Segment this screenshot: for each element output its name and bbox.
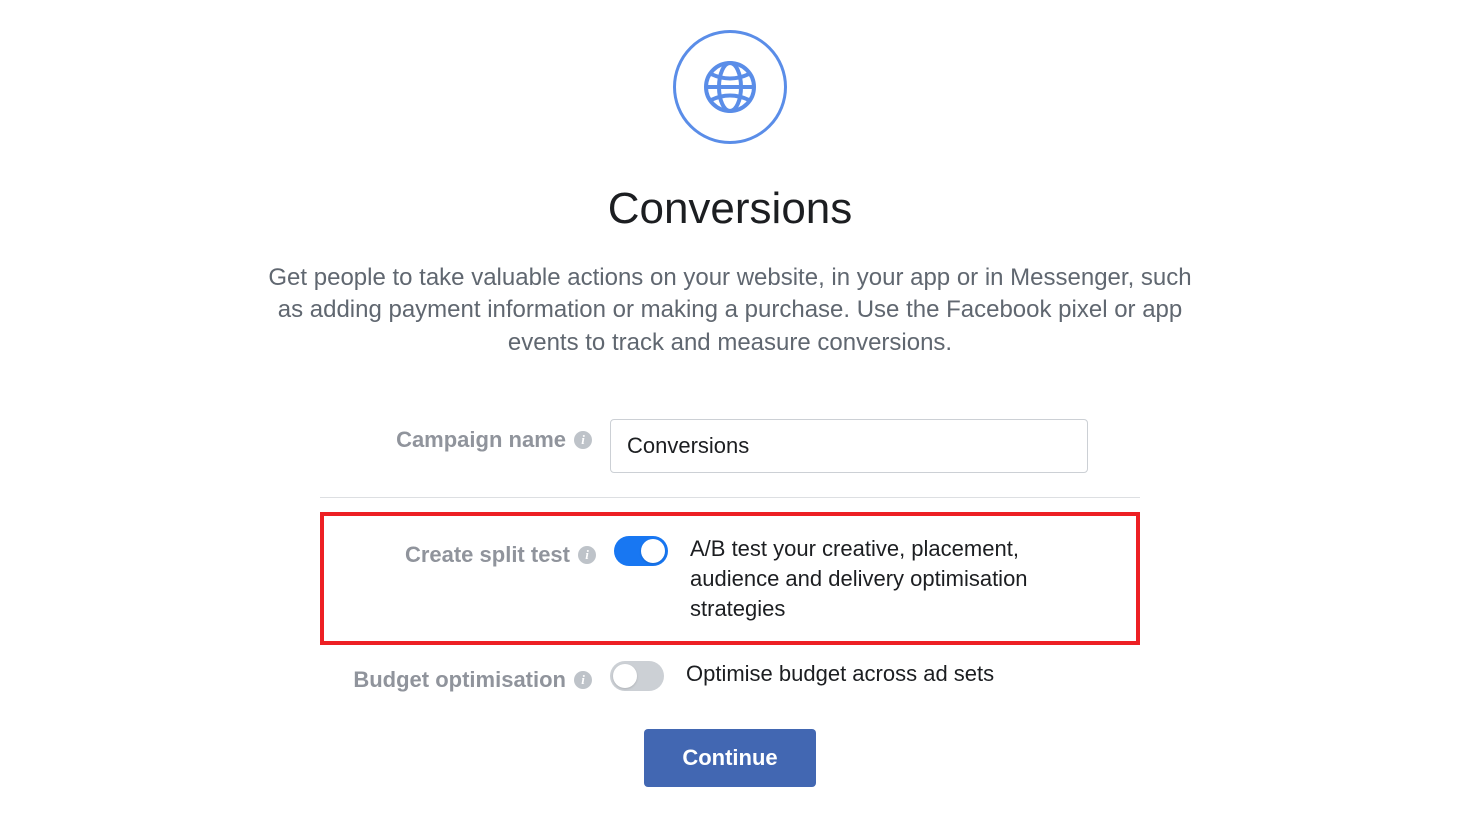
page-description: Get people to take valuable actions on y… [265,262,1195,359]
page-title: Conversions [608,184,853,234]
campaign-name-label-wrap: Campaign name i [320,419,610,453]
budget-optimisation-label-wrap: Budget optimisation i [320,659,610,693]
toggle-knob [613,664,637,688]
budget-optimisation-row: Budget optimisation i Optimise budget ac… [320,645,1140,693]
divider [320,497,1140,498]
info-icon[interactable]: i [574,671,592,689]
split-test-label: Create split test [405,542,570,568]
campaign-name-label: Campaign name [396,427,566,453]
objective-icon-circle [673,30,787,144]
globe-icon [702,59,758,115]
split-test-highlight: Create split test i A/B test your creati… [320,512,1140,645]
split-test-toggle[interactable] [614,536,668,566]
toggle-knob [641,539,665,563]
campaign-form: Campaign name i Create split test i A/B … [320,419,1140,787]
budget-optimisation-toggle[interactable] [610,661,664,691]
continue-button[interactable]: Continue [644,729,815,787]
info-icon[interactable]: i [578,546,596,564]
split-test-label-wrap: Create split test i [324,534,614,568]
info-icon[interactable]: i [574,431,592,449]
split-test-row: Create split test i A/B test your creati… [324,534,1136,623]
campaign-name-input[interactable] [610,419,1088,473]
budget-optimisation-label: Budget optimisation [353,667,566,693]
split-test-description: A/B test your creative, placement, audie… [690,534,1090,623]
campaign-name-row: Campaign name i [320,419,1140,473]
budget-optimisation-description: Optimise budget across ad sets [686,659,994,689]
